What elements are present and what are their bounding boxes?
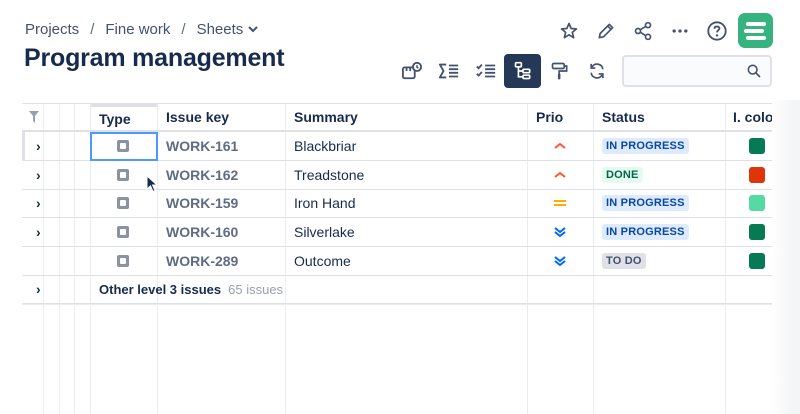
color-cell[interactable]: [749, 161, 765, 189]
color-cell[interactable]: [749, 218, 765, 246]
priority-high-icon: [553, 132, 567, 160]
color-swatch: [749, 224, 765, 241]
status-cell[interactable]: IN PROGRESS: [602, 218, 689, 246]
breadcrumb-projects[interactable]: Projects: [25, 21, 79, 38]
star-icon[interactable]: [550, 12, 587, 49]
help-icon[interactable]: [698, 12, 735, 49]
issue-summary[interactable]: Outcome: [294, 247, 351, 275]
issue-type-icon: [117, 218, 129, 246]
sheet-toolbar: [393, 54, 615, 88]
breadcrumb-folder[interactable]: Fine work: [105, 21, 170, 38]
more-icon[interactable]: [661, 12, 698, 49]
other-issues-count: 65 issues: [228, 281, 284, 297]
expand-toggle[interactable]: ›: [36, 132, 41, 160]
expand-toggle[interactable]: ›: [36, 275, 41, 303]
column-header-status[interactable]: Status: [594, 104, 645, 130]
table-row[interactable]: WORK-289 Outcome TO DO: [22, 247, 772, 276]
breadcrumb-separator: /: [181, 21, 186, 38]
status-badge: IN PROGRESS: [602, 138, 689, 154]
issue-key[interactable]: WORK-162: [166, 161, 238, 189]
grid-separator: [22, 304, 772, 305]
issue-type-icon: [117, 161, 129, 189]
selected-cell[interactable]: [90, 132, 158, 161]
color-swatch: [749, 195, 765, 212]
breadcrumb: Projects / Fine work / Sheets: [25, 21, 258, 38]
priority-medium-icon: [553, 189, 567, 217]
priority-high-icon: [553, 161, 567, 189]
color-cell[interactable]: [749, 189, 765, 217]
other-issues-row[interactable]: › Other level 3 issues 65 issues: [22, 275, 772, 304]
status-badge: IN PROGRESS: [602, 224, 689, 241]
paint-roller-icon[interactable]: [541, 54, 578, 88]
table-row[interactable]: › WORK-160 Silverlake IN PROGRESS: [22, 218, 772, 248]
chevron-down-icon[interactable]: [248, 26, 258, 33]
app-logo[interactable]: [738, 13, 773, 48]
scroll-shadow: [772, 100, 800, 414]
priority-lowest-icon: [553, 218, 567, 246]
issue-type-icon: [117, 247, 129, 275]
page-title: Program management: [24, 44, 285, 72]
column-header-issue-key[interactable]: Issue key: [158, 104, 229, 130]
color-cell[interactable]: [749, 132, 765, 160]
filter-icon[interactable]: [29, 104, 39, 130]
priority-lowest-icon: [553, 247, 567, 275]
other-issues-summary: Other level 3 issues 65 issues: [99, 275, 283, 303]
issue-key[interactable]: WORK-159: [166, 189, 238, 217]
other-issues-label: Other level 3 issues: [99, 281, 222, 297]
expand-toggle[interactable]: ›: [36, 161, 41, 189]
table-row[interactable]: › WORK-159 Iron Hand IN PROGRESS: [22, 189, 772, 219]
header-actions: [550, 12, 773, 49]
column-header-color[interactable]: I. colo: [726, 104, 772, 130]
issue-grid: Type Issue key Summary Prio Status I. co…: [22, 103, 772, 414]
status-badge: IN PROGRESS: [602, 195, 689, 212]
search-input[interactable]: [622, 55, 772, 87]
pencil-icon[interactable]: [587, 12, 624, 49]
issue-summary[interactable]: Silverlake: [294, 218, 355, 246]
share-icon[interactable]: [624, 12, 661, 49]
issue-summary[interactable]: Blackbriar: [294, 132, 356, 160]
status-badge: TO DO: [602, 252, 646, 269]
row-drag-handle[interactable]: [22, 132, 25, 161]
sheet-page: Projects / Fine work / Sheets Program ma…: [0, 0, 800, 414]
color-swatch: [749, 252, 765, 269]
cursor-icon: [146, 175, 159, 193]
issue-summary[interactable]: Treadstone: [294, 161, 364, 189]
column-header-prio[interactable]: Prio: [528, 104, 563, 130]
issue-key[interactable]: WORK-160: [166, 218, 238, 246]
status-cell[interactable]: DONE: [602, 161, 643, 189]
status-badge: DONE: [602, 166, 643, 183]
breadcrumb-separator: /: [90, 21, 95, 38]
table-row[interactable]: › WORK-162 Treadstone DONE: [22, 161, 772, 190]
table-header: Type Issue key Summary Prio Status I. co…: [22, 103, 772, 132]
status-cell[interactable]: IN PROGRESS: [602, 189, 689, 217]
issue-type-icon: [117, 189, 129, 217]
color-swatch: [749, 138, 765, 154]
breadcrumb-sheets[interactable]: Sheets: [197, 21, 244, 38]
issue-key[interactable]: WORK-289: [166, 247, 238, 275]
issue-summary[interactable]: Iron Hand: [294, 189, 355, 217]
column-header-summary[interactable]: Summary: [286, 104, 358, 130]
refresh-icon[interactable]: [578, 54, 615, 88]
status-cell[interactable]: IN PROGRESS: [602, 132, 689, 160]
issue-key[interactable]: WORK-161: [166, 132, 238, 160]
checklist-icon[interactable]: [467, 54, 504, 88]
status-cell[interactable]: TO DO: [602, 247, 646, 275]
color-cell[interactable]: [749, 247, 765, 275]
expand-toggle[interactable]: ›: [36, 218, 41, 246]
ruler-icon[interactable]: [393, 54, 430, 88]
sum-icon[interactable]: [430, 54, 467, 88]
column-header-type[interactable]: Type: [91, 104, 157, 130]
search-icon: [747, 64, 761, 78]
expand-toggle[interactable]: ›: [36, 189, 41, 217]
color-swatch: [749, 166, 765, 183]
hierarchy-icon[interactable]: [504, 54, 541, 88]
